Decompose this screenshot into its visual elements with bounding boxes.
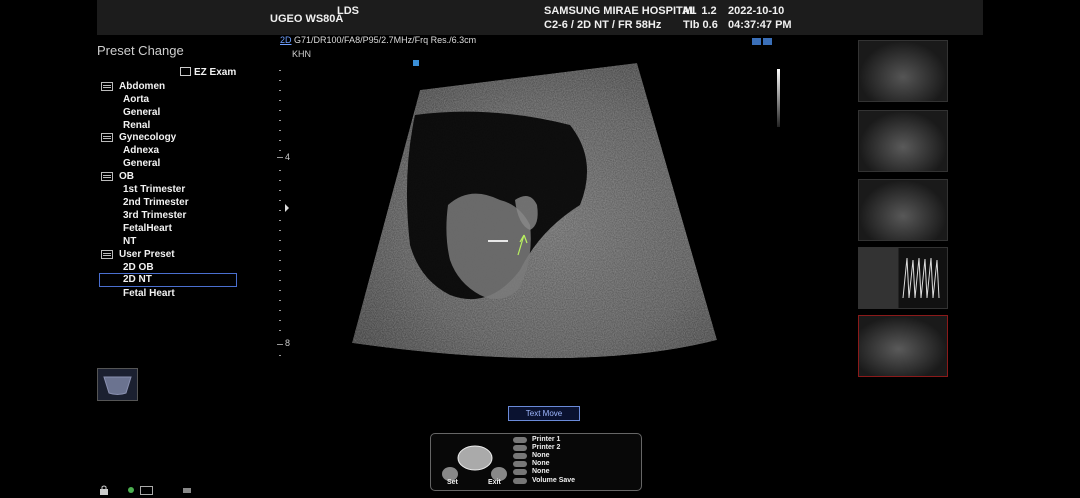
category-label: Gynecology [119, 132, 177, 143]
soft-key-1[interactable] [513, 437, 527, 443]
category-user-preset[interactable]: User Preset [101, 249, 175, 260]
category-label: OB [119, 171, 134, 182]
soft-key-4-label: None [532, 460, 550, 467]
focus-marker-icon[interactable] [285, 204, 289, 212]
system-model: UGEO WS80A [270, 13, 344, 25]
preset-item-abdomen-general[interactable]: General [123, 107, 160, 118]
parameter-string: G71/DR100/FA8/P95/2.7MHz/Frq Res./6.3cm [294, 35, 477, 45]
set-label[interactable]: Set [447, 479, 458, 486]
keyboard-icon[interactable] [183, 488, 191, 493]
preset-item-aorta[interactable]: Aorta [123, 94, 149, 105]
thumbnail-2[interactable] [858, 110, 948, 172]
preset-item-fetalheart[interactable]: FetalHeart [123, 223, 172, 234]
preset-item-1st-trimester[interactable]: 1st Trimester [123, 184, 185, 195]
layout-icon[interactable] [763, 38, 772, 45]
ez-exam-label: EZ Exam [194, 67, 237, 78]
lock-icon[interactable] [99, 485, 109, 495]
ultrasound-image[interactable] [340, 55, 725, 370]
exam-date: 2022-10-10 [728, 5, 785, 17]
mi-index: MI 1.2 [683, 5, 717, 17]
usb-icon[interactable] [140, 486, 153, 495]
soft-key-2[interactable] [513, 445, 527, 451]
preset-item-fetal-heart[interactable]: Fetal Heart [123, 288, 175, 299]
soft-key-1-label: Printer 1 [532, 436, 561, 443]
soft-key-6-label: Volume Save [532, 477, 576, 484]
thumbnail-1[interactable] [858, 40, 948, 102]
ez-exam-button[interactable]: EZ Exam [180, 67, 236, 78]
depth-label-4: 4 [285, 152, 291, 162]
text-move-button[interactable]: Text Move [508, 406, 580, 421]
screen-icon[interactable] [752, 38, 761, 45]
soft-key-4[interactable] [513, 461, 527, 467]
mode-label[interactable]: 2D [280, 35, 292, 45]
thumbnail-5-selected[interactable] [858, 315, 948, 377]
mmode-waveform [902, 257, 940, 299]
soft-key-5-label: None [532, 468, 550, 475]
preset-item-3rd-trimester[interactable]: 3rd Trimester [123, 210, 186, 221]
document-icon [101, 82, 113, 91]
document-icon [101, 172, 113, 181]
ez-exam-icon [180, 67, 191, 76]
preset-item-adnexa[interactable]: Adnexa [123, 145, 159, 156]
soft-key-5[interactable] [513, 469, 527, 475]
network-status-icon [128, 487, 134, 493]
preset-change-title: Preset Change [97, 43, 184, 58]
category-abdomen[interactable]: Abdomen [101, 81, 166, 92]
document-icon [101, 250, 113, 259]
preset-item-gyn-general[interactable]: General [123, 158, 160, 169]
thumbnail-3[interactable] [858, 179, 948, 241]
exam-time: 04:37:47 PM [728, 19, 792, 31]
hospital-name: SAMSUNG MIRAE HOSPITAL [544, 5, 697, 17]
preset-item-renal[interactable]: Renal [123, 120, 150, 131]
thumbnail-4[interactable] [858, 247, 948, 309]
image-parameters: 2D G71/DR100/FA8/P95/2.7MHz/Frq Res./6.3… [280, 35, 476, 45]
probe-preset-info: C2-6 / 2D NT / FR 58Hz [544, 19, 662, 31]
preset-item-2d-nt[interactable]: 2D NT [123, 274, 152, 285]
preset-item-2nd-trimester[interactable]: 2nd Trimester [123, 197, 189, 208]
top-status-bar [97, 0, 983, 35]
grayscale-bar [777, 69, 780, 127]
operator-initials: KHN [292, 49, 312, 59]
soft-key-2-label: Printer 2 [532, 444, 561, 451]
exit-label[interactable]: Exit [488, 479, 501, 486]
category-gynecology[interactable]: Gynecology [101, 132, 177, 143]
category-ob[interactable]: OB [101, 171, 134, 182]
tib-index: TIb 0.6 [683, 19, 718, 31]
document-icon [101, 133, 113, 142]
category-label: User Preset [119, 249, 175, 260]
soft-key-6[interactable] [513, 478, 527, 484]
preset-item-2d-ob[interactable]: 2D OB [123, 262, 154, 273]
depth-scale [277, 70, 289, 356]
soft-key-3[interactable] [513, 453, 527, 459]
probe-thumbnail[interactable] [97, 368, 138, 401]
soft-key-panel: Set Exit Printer 1 Printer 2 None None N… [430, 433, 642, 491]
probe-fan-icon [103, 376, 132, 395]
depth-label-8: 8 [285, 338, 291, 348]
preset-item-nt[interactable]: NT [123, 236, 136, 247]
selected-preset-highlight [99, 273, 237, 287]
category-label: Abdomen [119, 81, 166, 92]
soft-key-3-label: None [532, 452, 550, 459]
